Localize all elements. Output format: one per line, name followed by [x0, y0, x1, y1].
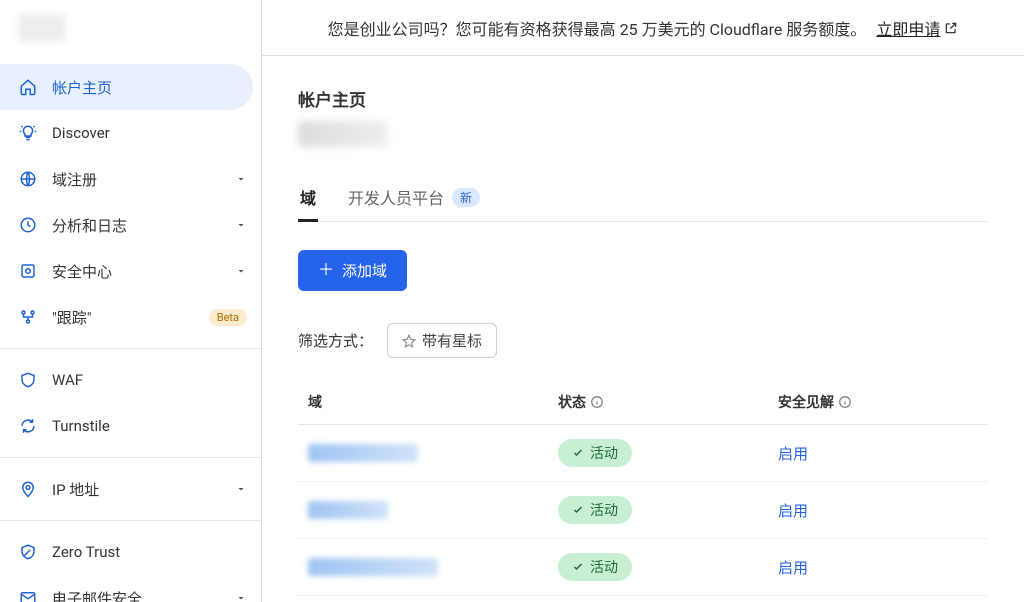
- check-icon: [572, 447, 584, 459]
- sidebar-item-label: 分析和日志: [52, 215, 235, 236]
- sidebar-item-label: 电子邮件安全: [52, 588, 235, 602]
- add-domain-label: 添加域: [342, 260, 387, 281]
- sidebar-item-label: Turnstile: [52, 417, 247, 435]
- tab-domains[interactable]: 域: [298, 175, 318, 222]
- status-cell: 活动: [558, 553, 778, 581]
- home-icon: [18, 77, 38, 97]
- sidebar-item-home[interactable]: 帐户主页: [0, 64, 253, 110]
- security-enable-link[interactable]: 启用: [778, 443, 978, 464]
- sidebar-item-security[interactable]: 安全中心: [0, 248, 261, 294]
- status-cell: 活动: [558, 439, 778, 467]
- table-header-row: 域 状态 安全见解: [298, 382, 988, 425]
- table-row: 活动 启用: [298, 539, 988, 596]
- brand-area: [0, 0, 261, 56]
- table-row: 活动 启用: [298, 425, 988, 482]
- nav-separator: [0, 457, 261, 458]
- promo-banner-text: 您是创业公司吗？您可能有资格获得最高 25 万美元的 Cloudflare 服务…: [328, 16, 867, 40]
- nav-separator: [0, 348, 261, 349]
- filter-starred-button[interactable]: 带有星标: [387, 323, 497, 358]
- bulb-icon: [18, 123, 38, 143]
- mail-icon: [18, 588, 38, 602]
- status-cell: 活动: [558, 496, 778, 524]
- domain-table: 域 状态 安全见解 活动启用活动启用活动启用: [298, 382, 988, 596]
- chevron-down-icon: [235, 173, 247, 185]
- th-status: 状态: [558, 392, 778, 412]
- domain-cell[interactable]: [308, 444, 558, 462]
- sidebar-item-label: IP 地址: [52, 479, 235, 500]
- chevron-down-icon: [235, 219, 247, 231]
- info-icon: [838, 395, 852, 409]
- status-badge: 活动: [558, 553, 632, 581]
- network-icon: [18, 307, 38, 327]
- refresh-icon: [18, 416, 38, 436]
- sidebar-item-label: 帐户主页: [52, 77, 239, 98]
- domain-name: [308, 501, 388, 519]
- logo-icon: [18, 14, 66, 42]
- sidebar-item-label: 安全中心: [52, 261, 235, 282]
- chevron-down-icon: [235, 483, 247, 495]
- tab-label: 开发人员平台: [348, 185, 444, 209]
- tab-dev-platform[interactable]: 开发人员平台新: [346, 175, 482, 222]
- status-text: 活动: [590, 500, 618, 520]
- security-enable-link[interactable]: 启用: [778, 557, 978, 578]
- globe-icon: [18, 169, 38, 189]
- external-link-icon: [944, 21, 958, 35]
- chevron-down-icon: [235, 592, 247, 602]
- domain-cell[interactable]: [308, 558, 558, 576]
- check-icon: [572, 504, 584, 516]
- status-text: 活动: [590, 443, 618, 463]
- shield-icon: [18, 370, 38, 390]
- sidebar-item-waf[interactable]: WAF: [0, 357, 261, 403]
- page-title: 帐户主页: [298, 86, 988, 111]
- sidebar-item-discover[interactable]: Discover: [0, 110, 261, 156]
- main-area: 您是创业公司吗？您可能有资格获得最高 25 万美元的 Cloudflare 服务…: [262, 0, 1024, 602]
- plus-icon: ＋: [318, 263, 334, 279]
- filter-starred-label: 带有星标: [422, 330, 482, 351]
- tabs: 域 开发人员平台新: [298, 175, 988, 222]
- sidebar-item-analytics[interactable]: 分析和日志: [0, 202, 261, 248]
- sidebar-item-label: 域注册: [52, 169, 235, 190]
- nav-separator: [0, 520, 261, 521]
- clock-icon: [18, 215, 38, 235]
- star-icon: [402, 334, 416, 348]
- th-domain: 域: [308, 392, 558, 412]
- security-enable-link[interactable]: 启用: [778, 500, 978, 521]
- frame-icon: [18, 261, 38, 281]
- new-badge: 新: [452, 188, 480, 207]
- th-security: 安全见解: [778, 392, 978, 412]
- status-badge: 活动: [558, 439, 632, 467]
- sidebar-item-trace[interactable]: "跟踪"Beta: [0, 294, 261, 340]
- sidebar-item-label: "跟踪": [52, 307, 205, 328]
- sidebar-item-registrar[interactable]: 域注册: [0, 156, 261, 202]
- chevron-down-icon: [235, 265, 247, 277]
- zerotrust-icon: [18, 542, 38, 562]
- promo-banner: 您是创业公司吗？您可能有资格获得最高 25 万美元的 Cloudflare 服务…: [262, 0, 1024, 56]
- sidebar-item-label: WAF: [52, 371, 247, 389]
- filter-label: 筛选方式：: [298, 330, 373, 351]
- status-badge: 活动: [558, 496, 632, 524]
- pin-icon: [18, 479, 38, 499]
- table-row: 活动 启用: [298, 482, 988, 539]
- domain-name: [308, 558, 438, 576]
- domain-name: [308, 444, 418, 462]
- add-domain-button[interactable]: ＋ 添加域: [298, 250, 407, 291]
- sidebar: 帐户主页 Discover 域注册分析和日志安全中心 "跟踪"Beta WAF Turns…: [0, 0, 262, 602]
- account-name: [298, 121, 388, 147]
- info-icon: [590, 395, 604, 409]
- sidebar-item-zerotrust[interactable]: Zero Trust: [0, 529, 261, 575]
- sidebar-item-email[interactable]: 电子邮件安全: [0, 575, 261, 602]
- promo-apply-link[interactable]: 立即申请: [876, 16, 958, 40]
- check-icon: [572, 561, 584, 573]
- sidebar-item-label: Zero Trust: [52, 543, 247, 561]
- beta-badge: Beta: [209, 309, 247, 326]
- sidebar-item-ip[interactable]: IP 地址: [0, 466, 261, 512]
- domain-cell[interactable]: [308, 501, 558, 519]
- sidebar-item-label: Discover: [52, 124, 247, 142]
- status-text: 活动: [590, 557, 618, 577]
- tab-label: 域: [300, 185, 316, 209]
- sidebar-item-turnstile[interactable]: Turnstile: [0, 403, 261, 449]
- promo-apply-label: 立即申请: [876, 16, 940, 40]
